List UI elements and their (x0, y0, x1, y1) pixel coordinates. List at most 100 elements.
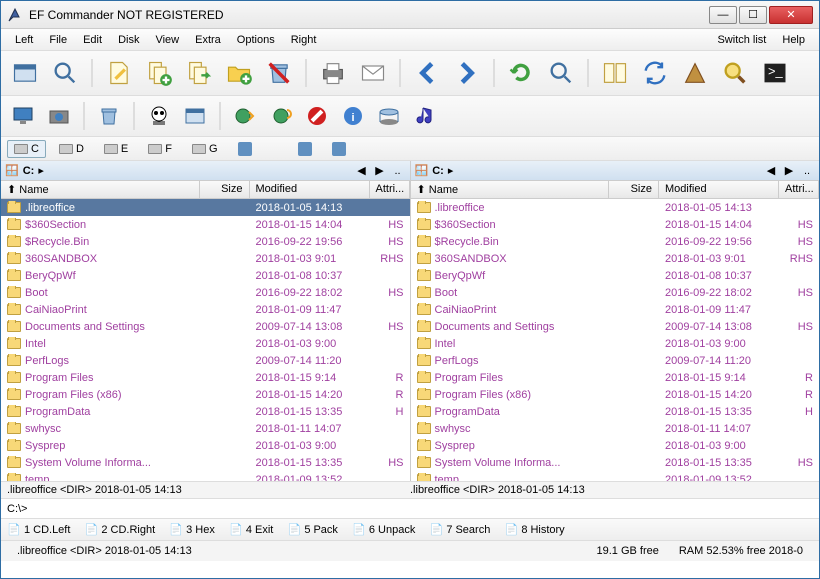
drive-e[interactable]: E (97, 140, 135, 158)
fn-history[interactable]: 📄8 History (504, 523, 564, 537)
skull-icon[interactable] (143, 100, 175, 132)
table-row[interactable]: .libreoffice2018-01-05 14:13 (411, 199, 820, 216)
table-row[interactable]: System Volume Informa...2018-01-15 13:35… (1, 454, 410, 471)
table-row[interactable]: .libreoffice2018-01-05 14:13 (1, 199, 410, 216)
table-row[interactable]: Sysprep2018-01-03 9:00 (411, 437, 820, 454)
table-row[interactable]: BeryQpWf2018-01-08 10:37 (411, 267, 820, 284)
panel-drive[interactable]: C: (23, 165, 35, 177)
fn-unpack[interactable]: 📄6 Unpack (352, 523, 415, 537)
table-row[interactable]: Documents and Settings2009-07-14 13:08HS (1, 318, 410, 335)
table-row[interactable]: Boot2016-09-22 18:02HS (1, 284, 410, 301)
menu-help[interactable]: Help (774, 32, 813, 48)
table-row[interactable]: BeryQpWf2018-01-08 10:37 (1, 267, 410, 284)
table-row[interactable]: 360SANDBOX2018-01-03 9:01RHS (1, 250, 410, 267)
monitor-icon[interactable] (7, 100, 39, 132)
nav-back-icon[interactable]: ◀ (763, 163, 779, 179)
block-icon[interactable] (301, 100, 333, 132)
table-row[interactable]: Sysprep2018-01-03 9:00 (1, 437, 410, 454)
globe-icon[interactable] (291, 139, 319, 159)
fn-exit[interactable]: 📄4 Exit (229, 523, 273, 537)
globe-sync-icon[interactable] (265, 100, 297, 132)
col-name[interactable]: ⬆ Name (1, 181, 200, 198)
menu-disk[interactable]: Disk (110, 32, 147, 48)
col-mod[interactable]: Modified (250, 181, 370, 198)
col-name[interactable]: ⬆ Name (411, 181, 610, 198)
trash-icon[interactable] (93, 100, 125, 132)
window2-icon[interactable] (179, 100, 211, 132)
menu-extra[interactable]: Extra (187, 32, 229, 48)
copy-add-icon[interactable] (141, 55, 177, 91)
fn-cd-left[interactable]: 📄1 CD.Left (7, 523, 70, 537)
cmd-input[interactable] (31, 503, 813, 515)
nav-fwd-icon[interactable]: ▶ (781, 163, 797, 179)
back-icon[interactable] (409, 55, 445, 91)
menu-switch-list[interactable]: Switch list (709, 32, 774, 48)
terminal-icon[interactable]: >_ (757, 55, 793, 91)
drive-f[interactable]: F (141, 140, 179, 158)
menu-view[interactable]: View (147, 32, 187, 48)
table-row[interactable]: temp2018-01-09 13:52 (1, 471, 410, 481)
col-attr[interactable]: Attri... (370, 181, 410, 198)
table-row[interactable]: $Recycle.Bin2016-09-22 19:56HS (411, 233, 820, 250)
monitor-icon[interactable] (231, 139, 259, 159)
maximize-button[interactable]: ☐ (739, 6, 767, 24)
fn-pack[interactable]: 📄5 Pack (287, 523, 338, 537)
fn-hex[interactable]: 📄3 Hex (169, 523, 215, 537)
table-row[interactable]: Documents and Settings2009-07-14 13:08HS (411, 318, 820, 335)
nav-up-icon[interactable]: .. (799, 163, 815, 179)
table-row[interactable]: swhysc2018-01-11 14:07 (411, 420, 820, 437)
refresh-icon[interactable] (503, 55, 539, 91)
nav-fwd-icon[interactable]: ▶ (372, 163, 388, 179)
menu-left[interactable]: Left (7, 32, 41, 48)
mail-icon[interactable] (355, 55, 391, 91)
fn-cd-right[interactable]: 📄2 CD.Right (84, 523, 155, 537)
minimize-button[interactable]: — (709, 6, 737, 24)
table-row[interactable]: Program Files2018-01-15 9:14R (411, 369, 820, 386)
drive-c[interactable]: C (7, 140, 46, 158)
table-row[interactable]: Program Files2018-01-15 9:14R (1, 369, 410, 386)
edit-icon[interactable] (101, 55, 137, 91)
info-icon[interactable]: i (337, 100, 369, 132)
menu-options[interactable]: Options (229, 32, 283, 48)
music-icon[interactable] (409, 100, 441, 132)
search-icon[interactable] (47, 55, 83, 91)
table-row[interactable]: CaiNiaoPrint2018-01-09 11:47 (1, 301, 410, 318)
nav-up-icon[interactable]: .. (390, 163, 406, 179)
table-row[interactable]: Program Files (x86)2018-01-15 14:20R (411, 386, 820, 403)
file-list[interactable]: .libreoffice2018-01-05 14:13$360Section2… (411, 199, 820, 481)
table-row[interactable]: Intel2018-01-03 9:00 (1, 335, 410, 352)
table-row[interactable]: CaiNiaoPrint2018-01-09 11:47 (411, 301, 820, 318)
table-row[interactable]: ProgramData2018-01-15 13:35H (411, 403, 820, 420)
table-row[interactable]: Intel2018-01-03 9:00 (411, 335, 820, 352)
table-row[interactable]: $Recycle.Bin2016-09-22 19:56HS (1, 233, 410, 250)
drive-d[interactable]: D (52, 140, 91, 158)
table-row[interactable]: Boot2016-09-22 18:02HS (411, 284, 820, 301)
table-row[interactable]: 360SANDBOX2018-01-03 9:01RHS (411, 250, 820, 267)
print-icon[interactable] (315, 55, 351, 91)
search2-icon[interactable] (543, 55, 579, 91)
window-icon[interactable] (7, 55, 43, 91)
disk-icon[interactable] (373, 100, 405, 132)
menu-right[interactable]: Right (283, 32, 325, 48)
forward-icon[interactable] (449, 55, 485, 91)
globe-arrow-icon[interactable] (229, 100, 261, 132)
camera-icon[interactable] (43, 100, 75, 132)
dropdown-icon[interactable]: ▸ (448, 164, 454, 177)
sync-icon[interactable] (637, 55, 673, 91)
new-folder-icon[interactable] (221, 55, 257, 91)
table-row[interactable]: ProgramData2018-01-15 13:35H (1, 403, 410, 420)
table-row[interactable]: swhysc2018-01-11 14:07 (1, 420, 410, 437)
table-row[interactable]: temp2018-01-09 13:52 (411, 471, 820, 481)
dropdown-icon[interactable]: ▸ (38, 164, 44, 177)
table-row[interactable]: System Volume Informa...2018-01-15 13:35… (411, 454, 820, 471)
pyramid-icon[interactable] (677, 55, 713, 91)
table-row[interactable]: $360Section2018-01-15 14:04HS (1, 216, 410, 233)
col-size[interactable]: Size (200, 181, 250, 198)
delete-icon[interactable] (261, 55, 297, 91)
table-row[interactable]: Program Files (x86)2018-01-15 14:20R (1, 386, 410, 403)
table-row[interactable]: $360Section2018-01-15 14:04HS (411, 216, 820, 233)
menu-file[interactable]: File (41, 32, 75, 48)
fn-search[interactable]: 📄7 Search (429, 523, 490, 537)
col-attr[interactable]: Attri... (779, 181, 819, 198)
col-mod[interactable]: Modified (659, 181, 779, 198)
